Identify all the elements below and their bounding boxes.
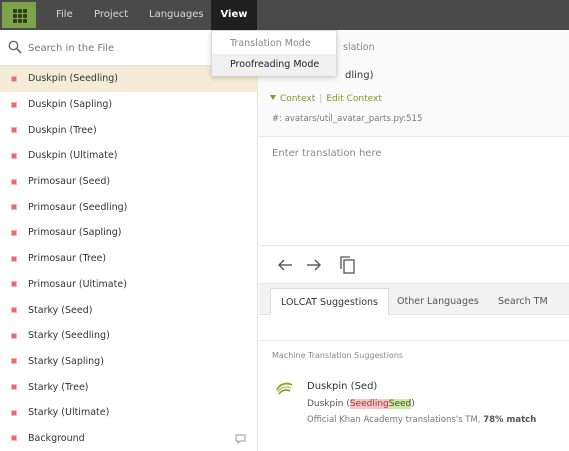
comment-icon[interactable] [235, 434, 246, 444]
string-label: Starky (Seedling) [28, 330, 110, 342]
edit-context-link[interactable]: Edit Context [326, 94, 382, 104]
copy-icon[interactable] [338, 255, 358, 275]
grid-icon [13, 9, 17, 13]
untranslated-status-icon [11, 307, 17, 314]
source-path: #: avatars/util_avatar_parts.py:515 [272, 114, 423, 124]
string-label: Background [28, 432, 85, 444]
list-item[interactable]: Starky (Ultimate) [0, 400, 258, 426]
tab-other-languages[interactable]: Other Languages [387, 288, 489, 315]
string-label: Duskpin (Tree) [28, 124, 97, 136]
list-item[interactable]: Primosaur (Seedling) [0, 194, 258, 220]
translation-area [259, 138, 569, 246]
list-item[interactable]: Primosaur (Ultimate) [0, 272, 258, 298]
untranslated-status-icon [11, 127, 17, 134]
string-label: Primosaur (Tree) [28, 253, 107, 265]
untranslated-status-icon [11, 229, 17, 236]
tab-lolcat-suggestions[interactable]: LOLCAT Suggestions [270, 288, 389, 315]
editor-panel: slation dling) Context | Edit Context #: a… [259, 30, 569, 451]
untranslated-status-icon [11, 358, 17, 365]
untranslated-status-icon [11, 255, 17, 262]
string-label: Starky (Sapling) [28, 355, 104, 367]
untranslated-status-icon [11, 281, 17, 288]
list-item[interactable]: Primosaur (Tree) [0, 246, 258, 272]
string-label: Primosaur (Seedling) [28, 201, 128, 213]
untranslated-status-icon [11, 204, 17, 211]
menubar: File Project Languages View [0, 0, 569, 30]
untranslated-status-icon [11, 332, 17, 339]
apps-grid-button[interactable] [2, 2, 36, 28]
context-separator: | [319, 94, 323, 104]
list-item[interactable]: Duskpin (Tree) [0, 117, 258, 143]
untranslated-status-icon [11, 178, 17, 185]
suggestion-text: Duskpin (Sed) [307, 381, 378, 392]
menu-file[interactable]: File [50, 0, 79, 30]
untranslated-status-icon [11, 384, 17, 391]
string-label: Starky (Tree) [28, 381, 89, 393]
suggestion-source: Official Khan Academy translations's TM, [307, 415, 481, 425]
suggestion-item[interactable]: Duskpin (Sed) Duskpin (SeedlingSeed) Off… [259, 373, 569, 433]
suggestion-diff: Duskpin (SeedlingSeed) [307, 399, 415, 409]
search-icon [8, 40, 22, 54]
suggestion-tabs: LOLCAT Suggestions Other Languages Searc… [259, 283, 569, 315]
untranslated-status-icon [11, 152, 17, 159]
list-item[interactable]: Starky (Seed) [0, 297, 258, 323]
list-item[interactable]: Duskpin (Sapling) [0, 92, 258, 118]
string-label: Starky (Seed) [28, 304, 93, 316]
untranslated-status-icon [11, 101, 17, 108]
machine-translation-heading: Machine Translation Suggestions [272, 351, 404, 360]
menu-item-translation-mode[interactable]: Translation Mode [212, 33, 336, 55]
divider [259, 340, 569, 341]
diff-prefix: Duskpin ( [307, 399, 350, 409]
untranslated-status-icon [11, 75, 17, 82]
caret-down-icon [270, 95, 276, 100]
list-item[interactable]: Duskpin (Ultimate) [0, 143, 258, 169]
list-item[interactable]: Starky (Seedling) [0, 323, 258, 349]
string-label: Starky (Ultimate) [28, 407, 110, 419]
context-row: Context | Edit Context [270, 94, 382, 104]
list-item[interactable]: Primosaur (Seed) [0, 169, 258, 195]
translation-input[interactable] [272, 148, 562, 238]
menu-item-proofreading-mode[interactable]: Proofreading Mode [212, 54, 336, 76]
context-toggle[interactable]: Context [280, 94, 315, 104]
untranslated-status-icon [11, 435, 17, 442]
list-item[interactable]: Starky (Tree) [0, 374, 258, 400]
string-label: Duskpin (Sapling) [28, 99, 113, 111]
list-item[interactable]: Primosaur (Sapling) [0, 220, 258, 246]
string-label: Duskpin (Seedling) [28, 73, 118, 85]
menu-languages[interactable]: Languages [143, 0, 210, 30]
arrow-left-icon[interactable] [276, 255, 296, 275]
editor-toolbar [259, 247, 569, 283]
suggestion-meta: Official Khan Academy translations's TM,… [307, 415, 536, 425]
string-label: Primosaur (Seed) [28, 176, 111, 188]
view-menu-dropdown: Translation Mode Proofreading Mode [211, 30, 337, 76]
diff-suffix: ) [411, 399, 415, 409]
untranslated-status-icon [11, 409, 17, 416]
arrow-right-icon[interactable] [303, 255, 323, 275]
match-percentage: 78% match [483, 415, 537, 425]
string-label: Primosaur (Ultimate) [28, 278, 127, 290]
source-heading: slation [343, 42, 375, 53]
list-item[interactable]: Background [0, 426, 258, 451]
string-label: Duskpin (Ultimate) [28, 150, 118, 162]
string-sidebar: Duskpin (Seedling) Duskpin (Sapling) Dus… [0, 30, 258, 451]
source-text: dling) [345, 70, 374, 81]
tab-search-tm[interactable]: Search TM [488, 288, 558, 315]
menu-view[interactable]: View [211, 0, 257, 30]
string-list: Duskpin (Seedling) Duskpin (Sapling) Dus… [0, 66, 258, 451]
diff-removed: Seedling [349, 399, 389, 409]
diff-added: Seed [388, 399, 412, 409]
menu-project[interactable]: Project [88, 0, 134, 30]
translation-memory-icon [276, 382, 293, 395]
list-item[interactable]: Starky (Sapling) [0, 349, 258, 375]
string-label: Primosaur (Sapling) [28, 227, 122, 239]
